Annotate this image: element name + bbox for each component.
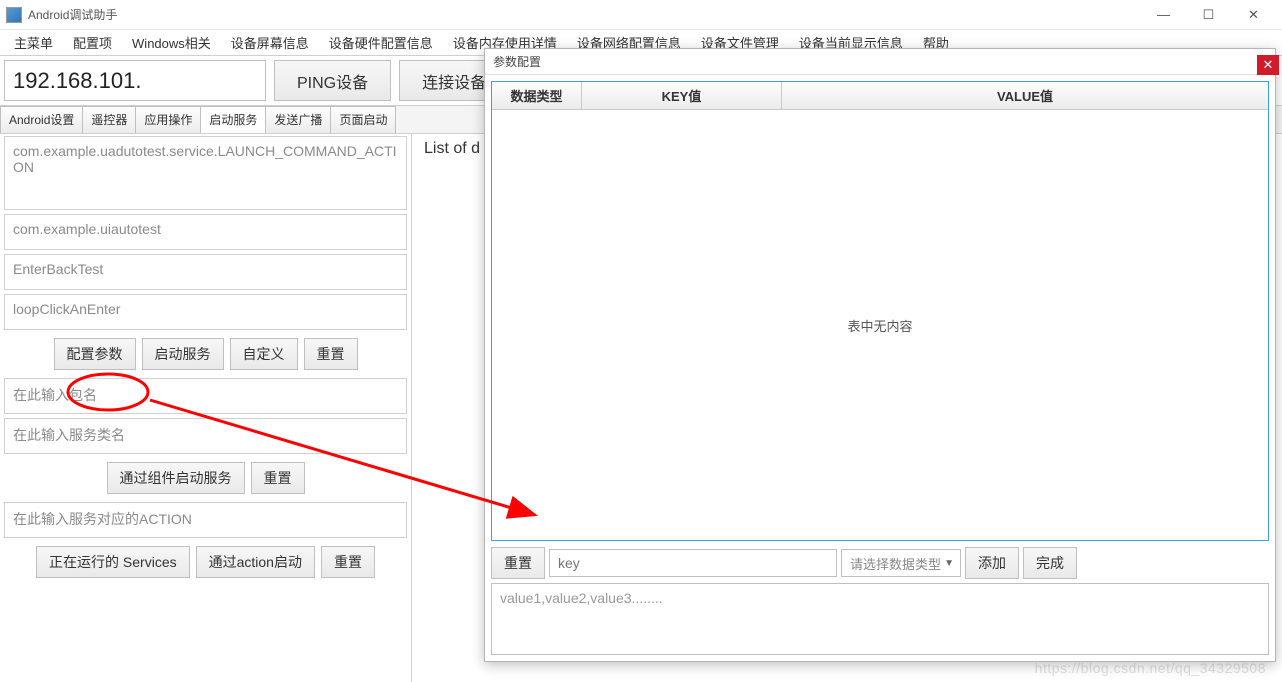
dialog-action-row: 重置 请选择数据类型 ▼ 添加 完成: [491, 541, 1269, 583]
button-row-3: 正在运行的 Services 通过action启动 重置: [0, 540, 411, 584]
menu-main[interactable]: 主菜单: [4, 30, 63, 55]
test-box-1: EnterBackTest: [4, 254, 407, 290]
dialog-body: 数据类型 KEY值 VALUE值 表中无内容 重置 请选择数据类型 ▼ 添加 完…: [485, 75, 1275, 661]
button-row-1: 配置参数 启动服务 自定义 重置: [0, 332, 411, 376]
dialog-title: 参数配置: [485, 49, 1275, 75]
action-text[interactable]: com.example.uadutotest.service.LAUNCH_CO…: [5, 137, 406, 209]
pkg-input-box: 在此输入包名: [4, 378, 407, 414]
dialog-reset-button[interactable]: 重置: [491, 547, 545, 579]
key-input[interactable]: [549, 549, 837, 577]
action-input[interactable]: 在此输入服务对应的ACTION: [5, 503, 406, 537]
close-button[interactable]: ✕: [1231, 0, 1276, 30]
tab-page-launch[interactable]: 页面启动: [330, 106, 396, 133]
params-grid: 数据类型 KEY值 VALUE值 表中无内容: [491, 81, 1269, 541]
grid-header: 数据类型 KEY值 VALUE值: [492, 82, 1268, 110]
tab-app-ops[interactable]: 应用操作: [135, 106, 201, 133]
package-box: com.example.uiautotest: [4, 214, 407, 250]
titlebar: Android调试助手 — ☐ ✕: [0, 0, 1282, 30]
start-by-action-button[interactable]: 通过action启动: [196, 546, 315, 578]
start-by-component-button[interactable]: 通过组件启动服务: [107, 462, 245, 494]
value-textarea[interactable]: value1,value2,value3........: [491, 583, 1269, 655]
tab-send-broadcast[interactable]: 发送广播: [265, 106, 331, 133]
start-service-button[interactable]: 启动服务: [142, 338, 224, 370]
ip-input[interactable]: [4, 60, 266, 101]
test-text-2[interactable]: loopClickAnEnter: [5, 295, 406, 329]
menu-config[interactable]: 配置项: [63, 30, 122, 55]
col-data-type[interactable]: 数据类型: [492, 82, 582, 109]
tab-start-service[interactable]: 启动服务: [200, 106, 266, 133]
chevron-down-icon: ▼: [944, 558, 954, 569]
maximize-button[interactable]: ☐: [1186, 0, 1231, 30]
action-box: com.example.uadutotest.service.LAUNCH_CO…: [4, 136, 407, 210]
pkg-input[interactable]: 在此输入包名: [5, 379, 406, 413]
app-icon: [6, 7, 22, 23]
reset-button-1[interactable]: 重置: [304, 338, 358, 370]
menu-screen-info[interactable]: 设备屏幕信息: [221, 30, 319, 55]
params-dialog: 参数配置 ✕ 数据类型 KEY值 VALUE值 表中无内容 重置 请选择数据类型…: [484, 48, 1276, 662]
tab-remote[interactable]: 遥控器: [82, 106, 136, 133]
window-controls: — ☐ ✕: [1141, 0, 1276, 30]
config-params-button[interactable]: 配置参数: [54, 338, 136, 370]
col-key[interactable]: KEY值: [582, 82, 782, 109]
button-row-2: 通过组件启动服务 重置: [0, 456, 411, 500]
reset-button-3[interactable]: 重置: [321, 546, 375, 578]
data-type-combo[interactable]: 请选择数据类型 ▼: [841, 549, 961, 577]
window-title: Android调试助手: [28, 6, 117, 23]
running-services-button[interactable]: 正在运行的 Services: [36, 546, 190, 578]
add-button[interactable]: 添加: [965, 547, 1019, 579]
dialog-close-button[interactable]: ✕: [1257, 55, 1279, 75]
package-text[interactable]: com.example.uiautotest: [5, 215, 406, 249]
grid-empty-text: 表中无内容: [492, 110, 1268, 540]
combo-placeholder: 请选择数据类型: [850, 554, 941, 573]
left-pane: com.example.uadutotest.service.LAUNCH_CO…: [0, 134, 412, 682]
reset-button-2[interactable]: 重置: [251, 462, 305, 494]
test-text-1[interactable]: EnterBackTest: [5, 255, 406, 289]
menu-windows[interactable]: Windows相关: [122, 30, 221, 55]
done-button[interactable]: 完成: [1023, 547, 1077, 579]
ping-button[interactable]: PING设备: [274, 60, 391, 101]
minimize-button[interactable]: —: [1141, 0, 1186, 30]
col-value[interactable]: VALUE值: [782, 82, 1268, 109]
svc-input-box: 在此输入服务类名: [4, 418, 407, 454]
menu-hardware-info[interactable]: 设备硬件配置信息: [319, 30, 443, 55]
custom-button[interactable]: 自定义: [230, 338, 298, 370]
test-box-2: loopClickAnEnter: [4, 294, 407, 330]
action-input-box: 在此输入服务对应的ACTION: [4, 502, 407, 538]
svc-input[interactable]: 在此输入服务类名: [5, 419, 406, 453]
tab-android-settings[interactable]: Android设置: [0, 106, 83, 133]
